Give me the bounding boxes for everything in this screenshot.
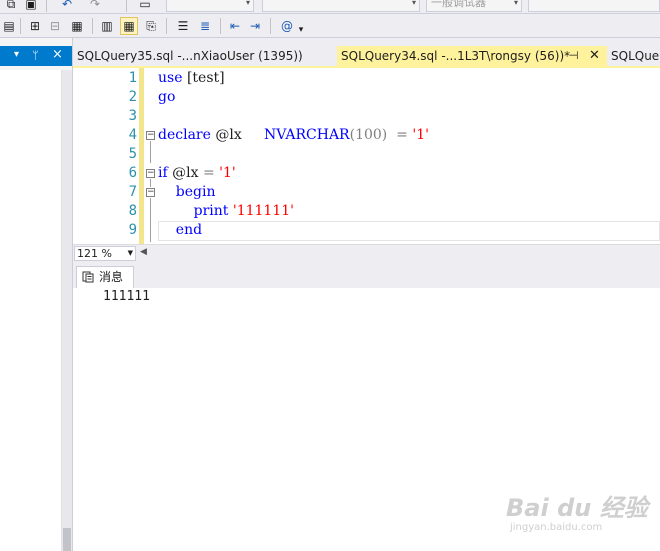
copy-icon[interactable]: ⧉ xyxy=(2,0,20,13)
tab-sqlquery-more[interactable]: SQLQue xyxy=(607,46,660,66)
tab-label: SQLQuery34.sql -...1L3T\rongsy (56))* xyxy=(341,49,571,63)
collapse-icon[interactable]: − xyxy=(146,169,155,178)
separator xyxy=(270,18,271,34)
code-line-8: print '111111' xyxy=(158,203,294,219)
scrollbar-thumb[interactable] xyxy=(63,528,71,551)
paste-icon[interactable]: ▣ xyxy=(22,0,40,13)
debugger-combo[interactable]: 一般调试器 ▾ xyxy=(426,0,522,12)
separator xyxy=(220,18,221,34)
tab-messages[interactable]: 消息 xyxy=(76,266,134,288)
document-tabbar: SQLQuery35.sql -...nXiaoUser (1395)) SQL… xyxy=(73,38,660,68)
message-output: 111111 xyxy=(103,289,150,304)
object-explorer-scrollbar[interactable] xyxy=(62,70,72,551)
baidu-watermark: Bai du 经验 jingyan.baidu.com xyxy=(498,488,648,544)
messages-icon xyxy=(82,271,94,283)
collapse-icon[interactable]: − xyxy=(146,131,155,140)
separator xyxy=(166,18,167,34)
watermark-url: jingyan.baidu.com xyxy=(510,522,603,533)
tab-label: 消息 xyxy=(99,270,124,284)
undo-icon[interactable]: ↶ xyxy=(58,0,76,13)
fold-line xyxy=(150,179,151,187)
line-number: 2 xyxy=(128,89,137,105)
code-line-9: end xyxy=(158,222,203,238)
fold-line xyxy=(150,141,151,163)
separator xyxy=(126,0,127,12)
results-grid-icon[interactable]: ▦ xyxy=(120,17,138,35)
tab-label: SQLQue xyxy=(611,49,660,63)
line-number: 5 xyxy=(128,146,137,162)
increase-indent-icon[interactable]: ⇥ xyxy=(246,17,264,35)
fold-line xyxy=(150,198,151,242)
line-number: 7 xyxy=(128,184,137,200)
separator xyxy=(20,18,21,34)
close-icon[interactable]: × xyxy=(52,47,63,62)
editor-zoom-bar: 121 % ▼ ◀ xyxy=(73,244,660,262)
line-number: 4 xyxy=(128,127,137,143)
line-number: 6 xyxy=(128,165,137,181)
separator xyxy=(46,0,47,12)
comment-icon[interactable]: ☰ xyxy=(174,17,192,35)
pin-icon[interactable]: ⊣ xyxy=(569,46,579,66)
chevron-down-icon[interactable]: ▾ xyxy=(14,49,19,60)
execute-combo[interactable]: ▾ xyxy=(262,0,420,12)
close-icon[interactable]: ✕ xyxy=(589,46,600,66)
estimated-plan-icon[interactable]: ▦ xyxy=(68,17,86,35)
line-number: 8 xyxy=(128,203,137,219)
object-explorer-pane: ▾ ᛘ × xyxy=(0,38,73,551)
results-pane-icon[interactable]: ▤ xyxy=(0,17,18,35)
line-number: 9 xyxy=(128,222,137,238)
top-toolbar: ⧉ ▣ ↶ ↷ ▭ ▾ ▾ 一般调试器 ▾ xyxy=(0,0,660,14)
zoom-level: 121 % xyxy=(77,247,112,260)
separator xyxy=(92,18,93,34)
parse-icon[interactable]: ⊟ xyxy=(46,17,64,35)
line-numbers: 1 2 3 4 5 6 7 8 9 xyxy=(93,68,137,244)
tab-label: SQLQuery35.sql -...nXiaoUser (1395)) xyxy=(77,49,303,63)
pin-icon[interactable]: ᛘ xyxy=(32,49,39,62)
uncomment-icon[interactable]: ≣ xyxy=(196,17,214,35)
decrease-indent-icon[interactable]: ⇤ xyxy=(226,17,244,35)
redo-icon[interactable]: ↷ xyxy=(86,0,104,13)
zoom-combo[interactable]: 121 % ▼ xyxy=(74,246,136,261)
scroll-left-icon[interactable]: ◀ xyxy=(140,247,147,257)
solution-combo[interactable] xyxy=(528,0,660,12)
sql-editor-toolbar: ▤ ⊞ ⊟ ▦ ▥ ▦ ⎘ ☰ ≣ ⇤ ⇥ @ ▾ xyxy=(0,14,660,38)
code-line-1: use [test] xyxy=(158,70,225,86)
results-tabbar: 消息 xyxy=(73,262,660,288)
specify-values-icon[interactable]: @ xyxy=(278,17,296,35)
sql-editor[interactable]: 1 2 3 4 5 6 7 8 9 − − − use [test] go de… xyxy=(73,68,660,244)
chevron-down-icon: ▼ xyxy=(127,249,133,257)
tab-sqlquery35[interactable]: SQLQuery35.sql -...nXiaoUser (1395)) xyxy=(73,46,335,66)
collapse-icon[interactable]: − xyxy=(146,188,155,197)
code-line-2: go xyxy=(158,89,176,105)
toolbar-overflow-icon[interactable]: ▾ xyxy=(296,21,306,39)
watermark-logo: Bai du 经验 xyxy=(506,494,648,522)
code-line-4: declare @lx NVARCHAR(100) = '1' xyxy=(158,127,429,143)
code-area[interactable]: use [test] go declare @lx NVARCHAR(100) … xyxy=(158,68,658,244)
tab-sqlquery34[interactable]: SQLQuery34.sql -...1L3T\rongsy (56))* ⊣ … xyxy=(337,46,607,66)
line-number: 1 xyxy=(128,70,137,86)
debug-target-icon[interactable]: ▭ xyxy=(136,0,154,13)
object-explorer-header: ▾ ᛘ × xyxy=(0,46,72,66)
database-combo[interactable]: ▾ xyxy=(166,0,254,12)
object-explorer-tree[interactable] xyxy=(0,70,62,551)
outline-margin: − − − xyxy=(144,68,158,244)
results-text-icon[interactable]: ▥ xyxy=(98,17,116,35)
line-number: 3 xyxy=(128,108,137,124)
code-line-7: begin xyxy=(158,184,216,200)
editor-margin xyxy=(73,68,93,244)
results-file-icon[interactable]: ⎘ xyxy=(142,17,160,35)
query-options-icon[interactable]: ⊞ xyxy=(26,17,44,35)
code-line-6: if @lx = '1' xyxy=(158,165,236,181)
